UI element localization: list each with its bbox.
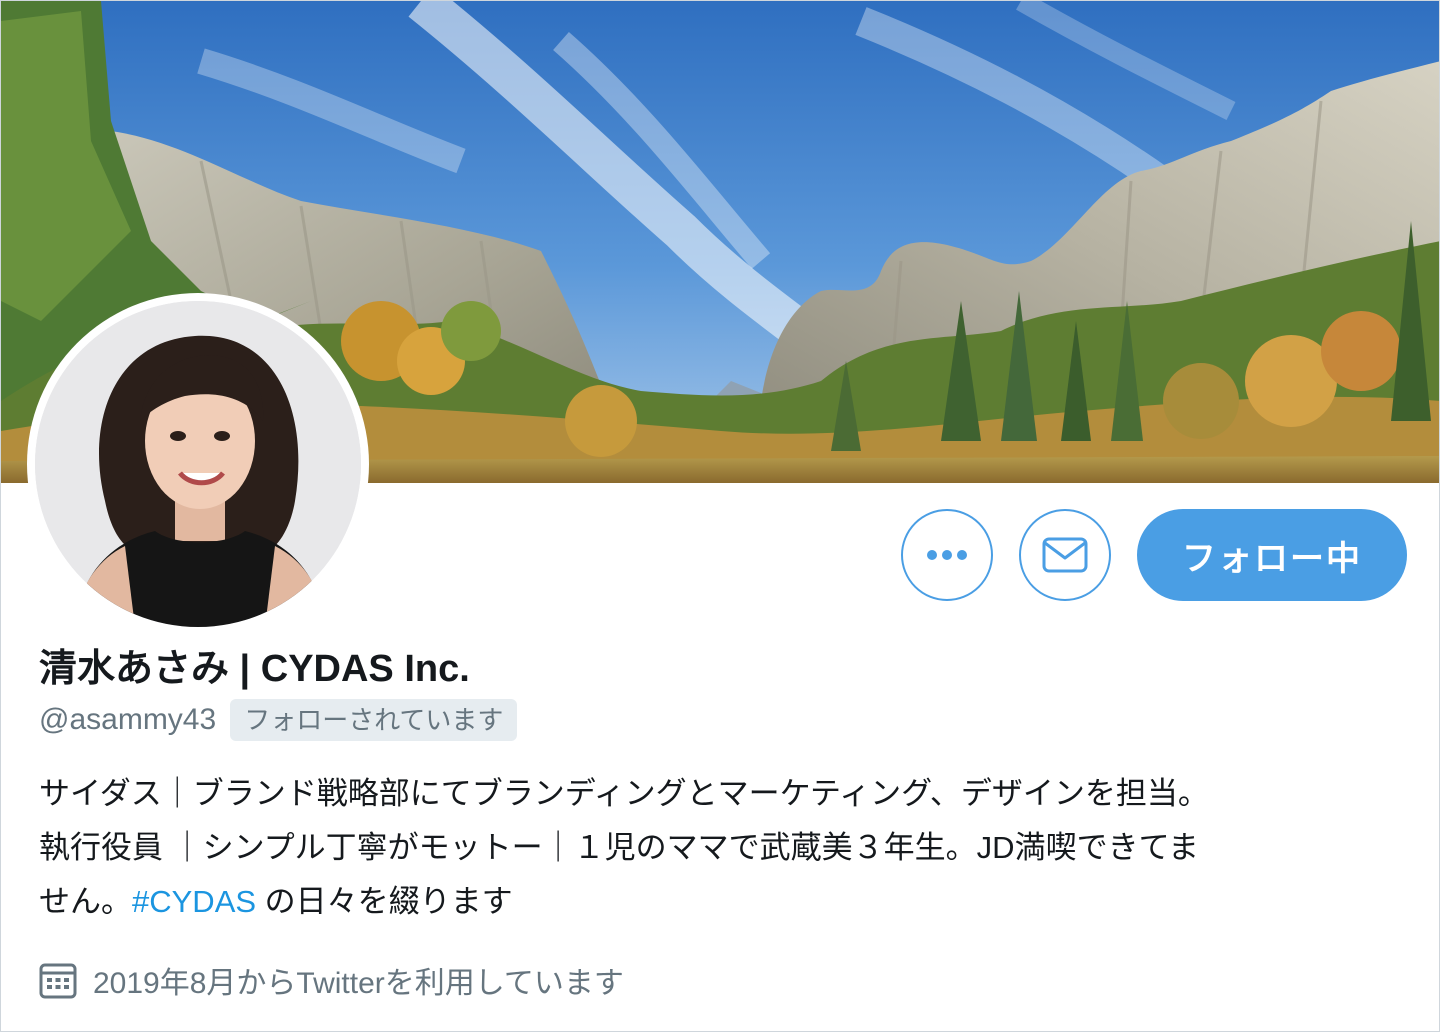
- profile-card: フォロー中 清水あさみ | CYDAS Inc. @asammy43 フォローさ…: [0, 0, 1440, 1032]
- bio-line: サイダス｜ブランド戦略部にてブランディングとマーケティング、デザインを担当。: [39, 776, 1209, 811]
- more-options-button[interactable]: [901, 509, 993, 601]
- profile-avatar[interactable]: [27, 293, 369, 635]
- bio-text: せん。: [39, 884, 132, 919]
- handle-row: @asammy43 フォローされています: [39, 698, 518, 742]
- joined-date-row: 2019年8月からTwitterを利用しています: [39, 957, 624, 1003]
- follows-you-badge: フォローされています: [230, 699, 518, 741]
- profile-bio: サイダス｜ブランド戦略部にてブランディングとマーケティング、デザインを担当。 執…: [39, 767, 1409, 929]
- bio-line: 執行役員 ｜シンプル丁寧がモットー｜１児のママで武蔵美３年生。JD満喫できてま: [39, 830, 1200, 865]
- more-horizontal-icon: [927, 550, 967, 560]
- calendar-icon: [39, 961, 77, 999]
- avatar-photo: [35, 301, 361, 627]
- profile-display-name: 清水あさみ | CYDAS Inc.: [39, 648, 470, 690]
- profile-handle[interactable]: @asammy43: [39, 703, 216, 737]
- hashtag-link[interactable]: #CYDAS: [132, 884, 256, 919]
- envelope-icon: [1042, 537, 1088, 573]
- bio-line: せん。#CYDAS の日々を綴ります: [39, 875, 1409, 929]
- following-button[interactable]: フォロー中: [1137, 509, 1407, 601]
- bio-text: の日々を綴ります: [256, 884, 513, 919]
- message-button[interactable]: [1019, 509, 1111, 601]
- joined-date-text: 2019年8月からTwitterを利用しています: [93, 967, 624, 1000]
